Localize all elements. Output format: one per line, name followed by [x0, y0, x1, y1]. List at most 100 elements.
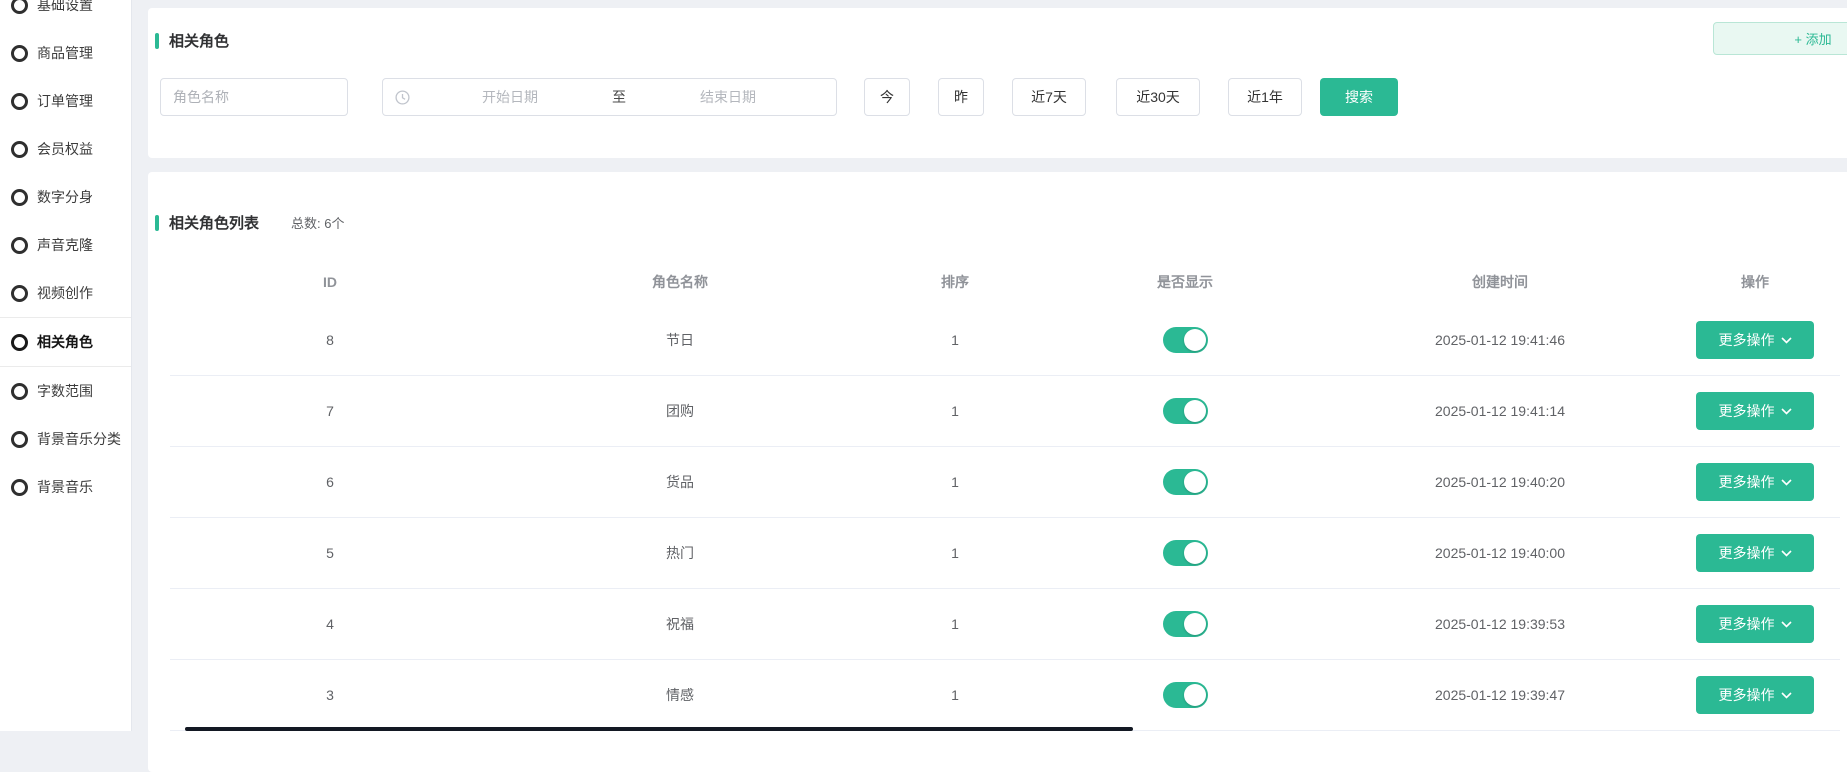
- sidebar-item-label: 字数范围: [37, 381, 93, 401]
- visibility-toggle[interactable]: [1163, 398, 1208, 424]
- cell-created-time: 2025-01-12 19:40:20: [1330, 474, 1670, 490]
- cell-id: 4: [170, 616, 490, 632]
- radio-circle-icon: [11, 0, 28, 14]
- cell-role-name: 情感: [490, 685, 870, 705]
- page-title: 相关角色: [169, 30, 229, 51]
- sidebar-item[interactable]: 订单管理: [0, 77, 131, 125]
- cell-visibility: [1040, 682, 1330, 708]
- cell-actions: 更多操作: [1670, 463, 1840, 501]
- cell-actions: 更多操作: [1670, 605, 1840, 643]
- more-actions-label: 更多操作: [1719, 330, 1775, 350]
- visibility-toggle[interactable]: [1163, 469, 1208, 495]
- chevron-down-icon: [1781, 550, 1792, 557]
- cell-role-name: 祝福: [490, 614, 870, 634]
- cell-visibility: [1040, 540, 1330, 566]
- sidebar-item[interactable]: 会员权益: [0, 125, 131, 173]
- sidebar-item[interactable]: 字数范围: [0, 367, 131, 415]
- toggle-knob: [1184, 329, 1206, 351]
- more-actions-label: 更多操作: [1719, 685, 1775, 705]
- clock-icon: [395, 90, 410, 105]
- more-actions-button[interactable]: 更多操作: [1696, 534, 1814, 572]
- more-actions-button[interactable]: 更多操作: [1696, 463, 1814, 501]
- toggle-knob: [1184, 542, 1206, 564]
- visibility-toggle[interactable]: [1163, 327, 1208, 353]
- more-actions-button[interactable]: 更多操作: [1696, 676, 1814, 714]
- table-row: 6 货品 1 2025-01-12 19:40:20 更多操作: [170, 447, 1840, 518]
- quick-range-button[interactable]: 近30天: [1116, 78, 1200, 116]
- list-title: 相关角色列表: [169, 212, 259, 233]
- date-end-placeholder[interactable]: 结束日期: [632, 87, 824, 107]
- filter-card: 相关角色 + 添加 开始日期 至 结束日期 今 昨 近7天 近30天 近1年 搜…: [148, 8, 1847, 158]
- visibility-toggle[interactable]: [1163, 682, 1208, 708]
- chevron-down-icon: [1781, 479, 1792, 486]
- quick-range-button[interactable]: 近7天: [1012, 78, 1086, 116]
- table-row: 5 热门 1 2025-01-12 19:40:00 更多操作: [170, 518, 1840, 589]
- cell-visibility: [1040, 398, 1330, 424]
- radio-circle-icon: [11, 141, 28, 158]
- sidebar-item[interactable]: 背景音乐: [0, 463, 131, 511]
- sidebar-item[interactable]: 视频创作: [0, 269, 131, 317]
- sidebar-item[interactable]: 声音克隆: [0, 221, 131, 269]
- sidebar-item[interactable]: 相关角色: [0, 317, 131, 367]
- cell-sort: 1: [870, 474, 1040, 490]
- sidebar-item[interactable]: 商品管理: [0, 29, 131, 77]
- sidebar-item[interactable]: 基础设置: [0, 0, 131, 29]
- cell-role-name: 货品: [490, 472, 870, 492]
- table-row: 4 祝福 1 2025-01-12 19:39:53 更多操作: [170, 589, 1840, 660]
- cell-sort: 1: [870, 403, 1040, 419]
- chevron-down-icon: [1781, 408, 1792, 415]
- quick-range-button[interactable]: 昨: [938, 78, 984, 116]
- table-row: 7 团购 1 2025-01-12 19:41:14 更多操作: [170, 376, 1840, 447]
- sidebar-item[interactable]: 背景音乐分类: [0, 415, 131, 463]
- radio-circle-icon: [11, 334, 28, 351]
- horizontal-scrollbar-thumb[interactable]: [185, 727, 1133, 731]
- more-actions-button[interactable]: 更多操作: [1696, 321, 1814, 359]
- radio-circle-icon: [11, 285, 28, 302]
- cell-id: 3: [170, 687, 490, 703]
- more-actions-button[interactable]: 更多操作: [1696, 392, 1814, 430]
- more-actions-button[interactable]: 更多操作: [1696, 605, 1814, 643]
- chevron-down-icon: [1781, 337, 1792, 344]
- sidebar: 基础设置 商品管理 订单管理 会员权益 数字分身 声音克隆 视频创作 相关角色 …: [0, 0, 132, 731]
- visibility-toggle[interactable]: [1163, 540, 1208, 566]
- quick-range-button[interactable]: 近1年: [1228, 78, 1302, 116]
- cell-role-name: 团购: [490, 401, 870, 421]
- sidebar-item-label: 背景音乐分类: [37, 429, 121, 449]
- cell-visibility: [1040, 469, 1330, 495]
- quick-range-button[interactable]: 今: [864, 78, 910, 116]
- cell-sort: 1: [870, 545, 1040, 561]
- search-button[interactable]: 搜索: [1320, 78, 1398, 116]
- cell-sort: 1: [870, 687, 1040, 703]
- total-count: 总数: 6个: [291, 213, 344, 232]
- sidebar-item[interactable]: 数字分身: [0, 173, 131, 221]
- cell-role-name: 节日: [490, 330, 870, 350]
- add-button[interactable]: + 添加: [1713, 22, 1847, 55]
- role-name-input[interactable]: [160, 78, 348, 116]
- table-body: 8 节日 1 2025-01-12 19:41:46 更多操作 7 团购 1 2…: [148, 305, 1847, 731]
- chevron-down-icon: [1781, 621, 1792, 628]
- cell-created-time: 2025-01-12 19:41:14: [1330, 403, 1670, 419]
- cell-created-time: 2025-01-12 19:39:53: [1330, 616, 1670, 632]
- radio-circle-icon: [11, 189, 28, 206]
- chevron-down-icon: [1781, 692, 1792, 699]
- sidebar-item-label: 相关角色: [37, 332, 93, 352]
- table-header-row: ID 角色名称 排序 是否显示 创建时间 操作: [170, 258, 1840, 305]
- cell-created-time: 2025-01-12 19:39:47: [1330, 687, 1670, 703]
- sidebar-item-label: 基础设置: [37, 0, 93, 15]
- sidebar-item-label: 订单管理: [37, 91, 93, 111]
- date-start-placeholder[interactable]: 开始日期: [414, 87, 606, 107]
- sidebar-item-label: 声音克隆: [37, 235, 93, 255]
- sidebar-menu: 基础设置 商品管理 订单管理 会员权益 数字分身 声音克隆 视频创作 相关角色 …: [0, 0, 131, 511]
- column-header: 创建时间: [1330, 272, 1670, 292]
- visibility-toggle[interactable]: [1163, 611, 1208, 637]
- radio-circle-icon: [11, 237, 28, 254]
- cell-actions: 更多操作: [1670, 534, 1840, 572]
- cell-id: 8: [170, 332, 490, 348]
- column-header: 排序: [870, 272, 1040, 292]
- column-header: 是否显示: [1040, 272, 1330, 292]
- date-range-picker[interactable]: 开始日期 至 结束日期: [382, 78, 837, 116]
- cell-sort: 1: [870, 616, 1040, 632]
- radio-circle-icon: [11, 93, 28, 110]
- more-actions-label: 更多操作: [1719, 401, 1775, 421]
- cell-role-name: 热门: [490, 543, 870, 563]
